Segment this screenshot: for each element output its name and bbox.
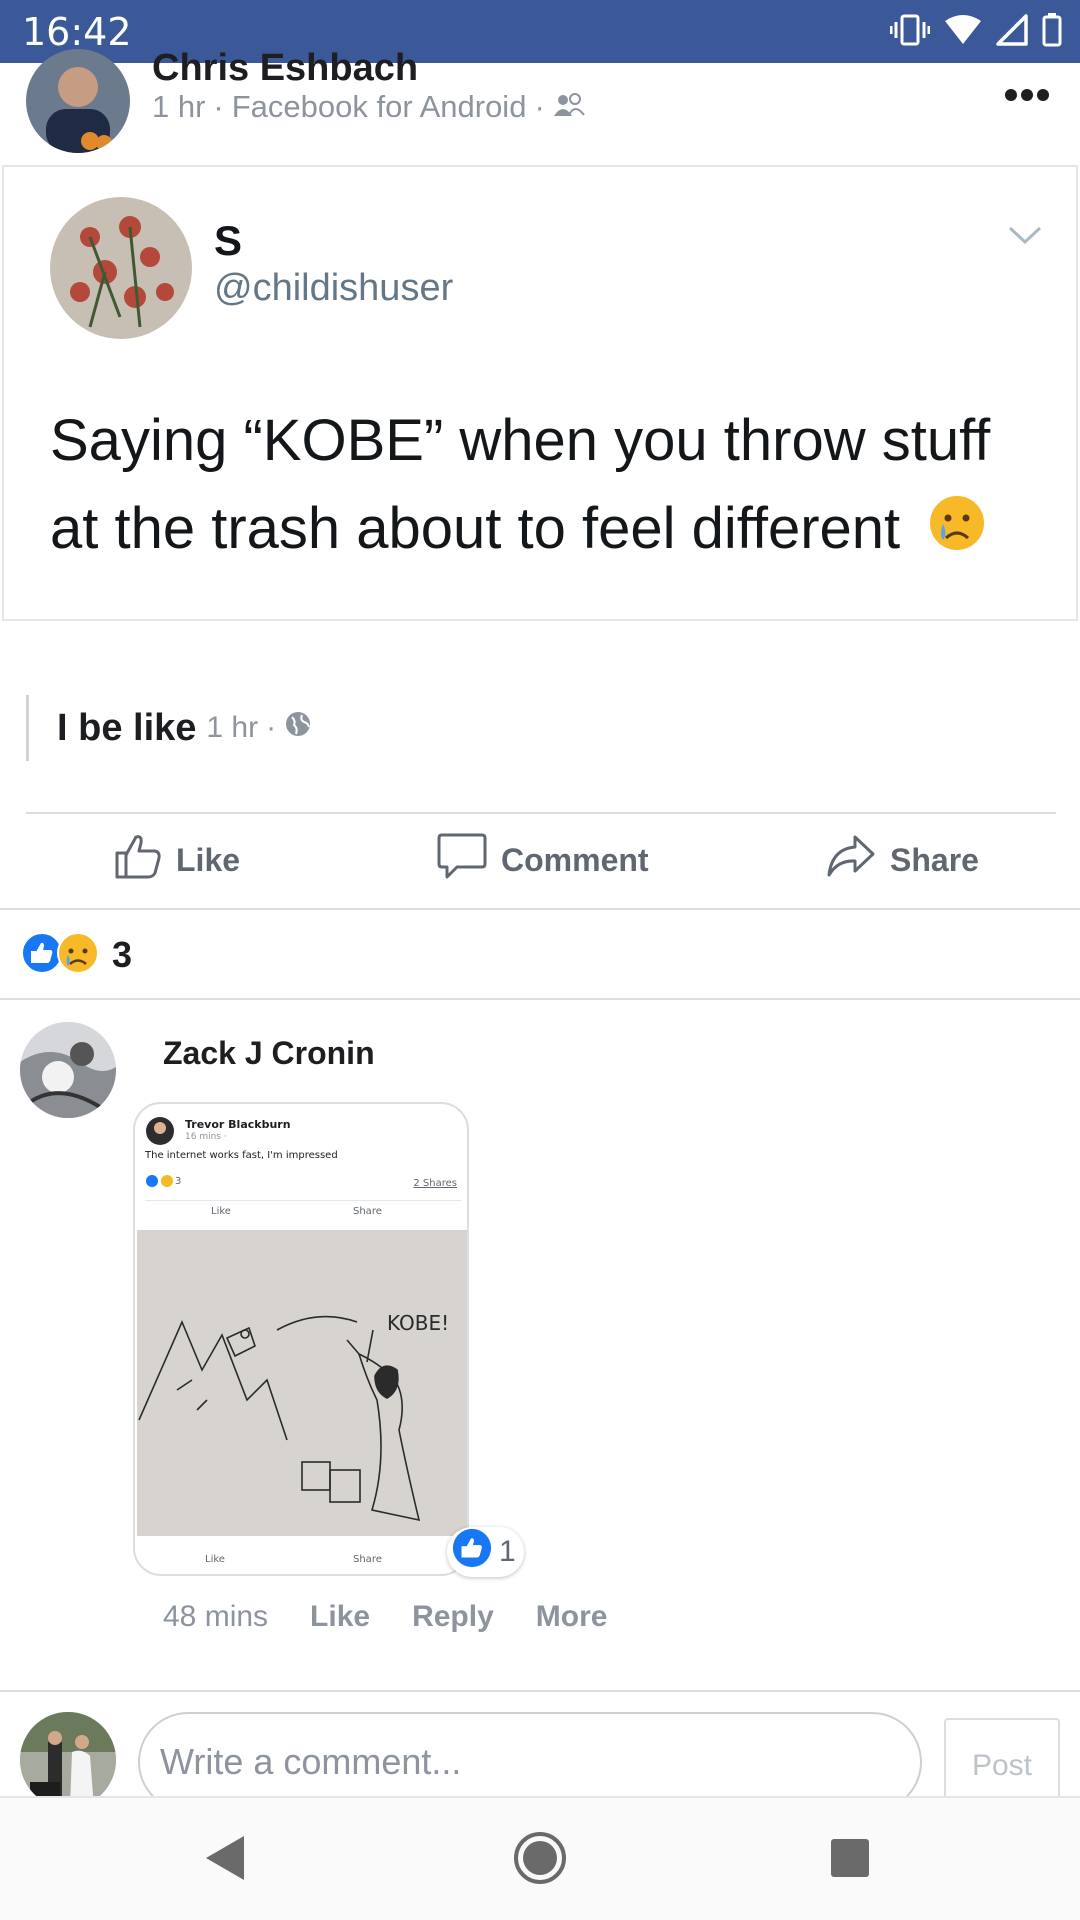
reaction-count: 3 xyxy=(112,934,133,975)
caption-time[interactable]: 1 hr xyxy=(206,711,258,745)
tweet-avatar xyxy=(50,197,192,339)
friends-icon xyxy=(553,89,585,125)
signal-icon xyxy=(996,13,1028,51)
sad-reaction-icon xyxy=(56,931,100,980)
current-user-avatar xyxy=(20,1712,116,1808)
meta-separator: · xyxy=(534,89,545,124)
divider xyxy=(26,812,1056,814)
status-icons xyxy=(889,12,1062,52)
post-author-name[interactable]: Chris Eshbach xyxy=(152,47,418,90)
attachment-avatar xyxy=(145,1116,175,1150)
attachment-shares: 2 Shares xyxy=(413,1178,457,1189)
sad-reaction-icon xyxy=(161,1175,173,1187)
attachment-like: Like xyxy=(211,1206,231,1217)
comment-bubble-icon xyxy=(437,832,487,888)
divider xyxy=(0,998,1080,1000)
share-button[interactable]: Share xyxy=(826,815,979,905)
comment-reaction-badge[interactable]: 1 xyxy=(447,1527,524,1577)
divider xyxy=(0,908,1080,910)
battery-icon xyxy=(1042,12,1062,52)
attachment-share: Share xyxy=(353,1206,382,1217)
post-action-bar: Like Comment Share xyxy=(0,815,1080,905)
comment-time: 48 mins xyxy=(163,1600,269,1633)
chevron-down-icon xyxy=(1008,225,1042,250)
share-label: Share xyxy=(890,841,979,878)
share-arrow-icon xyxy=(826,834,876,886)
like-reaction-icon xyxy=(146,1175,158,1187)
system-nav-bar xyxy=(0,1796,1080,1920)
attachment-text: The internet works fast, I'm impressed xyxy=(145,1150,338,1161)
tweet-handle: @childishuser xyxy=(214,267,454,309)
kobe-drawing: KOBE! xyxy=(137,1230,467,1536)
attachment-reactions: 3 xyxy=(145,1174,181,1188)
more-dots-icon[interactable] xyxy=(1004,63,1050,113)
comment-reaction-count: 1 xyxy=(499,1535,516,1568)
globe-icon xyxy=(284,710,312,746)
thumbs-up-icon xyxy=(114,833,162,887)
commenter-avatar[interactable] xyxy=(20,1022,116,1118)
like-reaction-icon xyxy=(451,1527,493,1577)
attachment-reaction-count: 3 xyxy=(175,1175,182,1187)
attachment-like-bottom: Like xyxy=(205,1554,225,1565)
meta-separator: · xyxy=(266,711,277,744)
comment-meta: 48 mins Like Reply More xyxy=(163,1600,607,1634)
attachment-share-bottom: Share xyxy=(353,1554,382,1565)
attachment-post-header: Trevor Blackburn 16 mins · The internet … xyxy=(145,1110,461,1230)
meta-separator: · xyxy=(213,89,224,124)
comment-like-button[interactable]: Like xyxy=(310,1600,370,1634)
like-label: Like xyxy=(176,841,241,878)
like-button[interactable]: Like xyxy=(114,815,240,905)
author-avatar[interactable] xyxy=(26,49,130,153)
post-header: Chris Eshbach 1 hr · Facebook for Androi… xyxy=(0,47,1080,163)
post-time[interactable]: 1 hr xyxy=(152,89,205,125)
commenter-name[interactable]: Zack J Cronin xyxy=(163,1035,375,1072)
back-icon[interactable] xyxy=(196,1828,256,1888)
tweet-text: Saying “KOBE” when you throw stuff at th… xyxy=(50,397,1040,577)
vibrate-icon xyxy=(889,13,931,52)
shared-caption: I be like 1 hr · xyxy=(26,695,312,761)
caption-meta: 1 hr · xyxy=(206,710,312,746)
divider xyxy=(0,1690,1080,1692)
crying-face-emoji xyxy=(928,489,986,577)
attachment-action-bar: Like Share xyxy=(145,1200,461,1222)
home-icon[interactable] xyxy=(510,1828,570,1888)
attachment-bottom-bar: Like Share xyxy=(135,1550,467,1572)
status-time: 16:42 xyxy=(22,10,132,54)
tweet-text-content: Saying “KOBE” when you throw stuff at th… xyxy=(50,408,991,561)
caption-title: I be like xyxy=(57,706,197,749)
tweet-name: S xyxy=(214,217,243,264)
reactions-summary[interactable]: 3 xyxy=(20,930,132,980)
wifi-icon xyxy=(944,14,982,50)
comment-button[interactable]: Comment xyxy=(437,815,649,905)
comment-attachment[interactable]: Trevor Blackburn 16 mins · The internet … xyxy=(133,1102,469,1576)
attachment-time: 16 mins · xyxy=(185,1132,227,1142)
comment-label: Comment xyxy=(501,841,649,878)
comment-more-button[interactable]: More xyxy=(536,1600,608,1634)
post-source: Facebook for Android xyxy=(231,89,527,124)
post-meta: 1 hr · Facebook for Android · xyxy=(152,89,585,125)
drawing-text: KOBE! xyxy=(387,1311,449,1335)
shared-image[interactable]: S @childishuser Saying “KOBE” when you t… xyxy=(2,165,1078,621)
recents-icon[interactable] xyxy=(820,1828,880,1888)
comment-reply-button[interactable]: Reply xyxy=(412,1600,494,1634)
attachment-poster: Trevor Blackburn xyxy=(185,1118,291,1131)
